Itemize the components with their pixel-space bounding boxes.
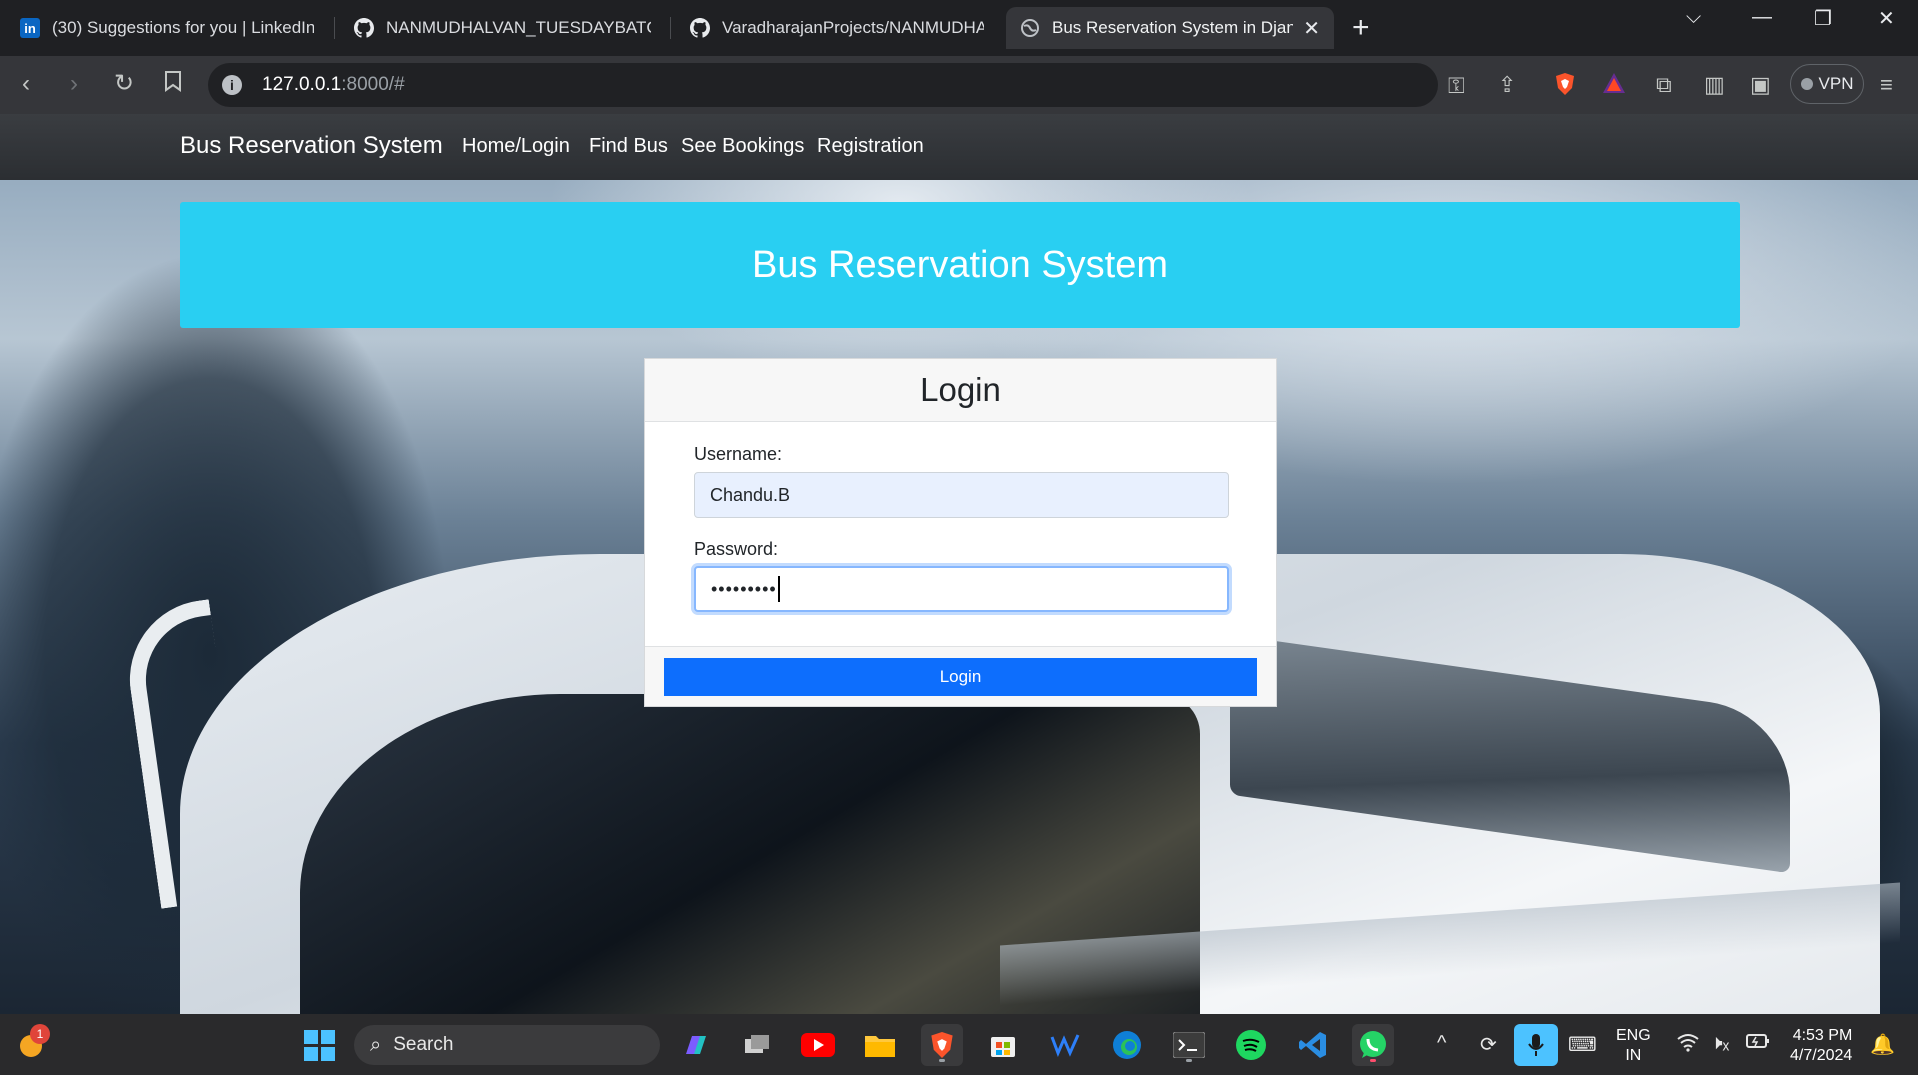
share-icon[interactable]: ⇪ bbox=[1498, 72, 1516, 98]
brave-browser-icon[interactable] bbox=[921, 1024, 963, 1066]
username-label: Username: bbox=[694, 444, 783, 464]
site-info-icon[interactable]: i bbox=[222, 75, 242, 95]
tab-separator bbox=[670, 17, 671, 39]
minimize-icon[interactable]: — bbox=[1752, 6, 1772, 29]
url-host: 127.0.0.1 bbox=[262, 74, 342, 95]
tab-separator bbox=[334, 17, 335, 39]
copilot-icon[interactable] bbox=[674, 1024, 716, 1066]
running-indicator bbox=[939, 1059, 945, 1062]
nav-find-bus[interactable]: Find Bus bbox=[589, 135, 668, 158]
password-value: ••••••••• bbox=[711, 578, 777, 599]
system-clock[interactable]: 4:53 PM 4/7/2024 bbox=[1790, 1026, 1852, 1066]
menu-icon[interactable]: ≡ bbox=[1880, 72, 1893, 98]
sidebar-icon[interactable]: ▥ bbox=[1704, 72, 1725, 98]
url-text[interactable]: 127.0.0.1:8000/# bbox=[262, 74, 405, 96]
tab-search-chevron-icon[interactable]: ⌵ bbox=[1686, 6, 1701, 29]
running-indicator bbox=[1186, 1059, 1192, 1062]
password-input[interactable]: ••••••••• bbox=[694, 566, 1229, 612]
hero-title: Bus Reservation System bbox=[751, 243, 1169, 286]
nav-home-login[interactable]: Home/Login bbox=[462, 135, 570, 158]
tab-linkedin[interactable]: in (30) Suggestions for you | LinkedIn bbox=[6, 7, 328, 49]
tab-github-projects[interactable]: VaradharajanProjects/NANMUDHALV bbox=[676, 7, 998, 49]
github-icon bbox=[690, 18, 710, 38]
bookmark-icon[interactable] bbox=[164, 70, 182, 99]
sync-icon[interactable]: ⟳ bbox=[1480, 1032, 1497, 1057]
spotify-icon[interactable] bbox=[1230, 1024, 1272, 1066]
keyboard-icon[interactable]: ⌨ bbox=[1568, 1032, 1597, 1057]
key-icon[interactable]: ⚿ bbox=[1448, 73, 1465, 99]
hero-banner: Bus Reservation System bbox=[180, 202, 1740, 328]
clock-time: 4:53 PM bbox=[1792, 1027, 1853, 1044]
wifi-icon[interactable] bbox=[1676, 1032, 1700, 1058]
terminal-icon[interactable] bbox=[1168, 1024, 1210, 1066]
brave-rewards-icon[interactable] bbox=[1602, 72, 1626, 100]
vscode-icon[interactable] bbox=[1292, 1024, 1334, 1066]
username-input[interactable]: Chandu.B bbox=[694, 472, 1229, 518]
close-window-icon[interactable]: ✕ bbox=[1878, 6, 1895, 31]
youtube-icon[interactable] bbox=[797, 1024, 839, 1066]
reload-icon[interactable]: ↻ bbox=[114, 70, 134, 98]
brave-shields-icon[interactable] bbox=[1554, 72, 1576, 102]
search-icon: ⌕ bbox=[370, 1033, 382, 1056]
edge-icon[interactable] bbox=[1106, 1024, 1148, 1066]
region-code: IN bbox=[1625, 1047, 1642, 1064]
tab-label: NANMUDHALVAN_TUESDAYBATCH_ bbox=[386, 18, 651, 37]
username-value: Chandu.B bbox=[710, 484, 791, 505]
task-view-icon[interactable] bbox=[736, 1024, 778, 1066]
tab-github-batch[interactable]: NANMUDHALVAN_TUESDAYBATCH_ bbox=[340, 7, 665, 49]
tab-bus-reservation[interactable]: Bus Reservation System in Djang ✕ bbox=[1006, 7, 1334, 49]
browser-toolbar: ‹ › ↻ i 127.0.0.1:8000/# ⚿ ⇪ ⧉ ▥ ▣ VPN ≡ bbox=[0, 56, 1918, 114]
restore-icon[interactable]: ❐ bbox=[1814, 6, 1832, 31]
login-card: Login Username: Chandu.B Password: •••••… bbox=[644, 358, 1277, 707]
vpn-button[interactable]: VPN bbox=[1790, 64, 1864, 104]
github-icon bbox=[354, 18, 374, 38]
password-label: Password: bbox=[694, 539, 779, 559]
whatsapp-icon[interactable] bbox=[1352, 1024, 1394, 1066]
clock-date: 4/7/2024 bbox=[1790, 1047, 1853, 1064]
windows-taskbar: 1 ⌕ Search ^ ⟳ ⌨ ENG IN 🕨ₓ 4:53 PM 4/7/2… bbox=[0, 1014, 1918, 1075]
close-tab-icon[interactable]: ✕ bbox=[1303, 16, 1320, 41]
app-navbar: Bus Reservation System Home/Login Find B… bbox=[0, 114, 1918, 180]
running-indicator bbox=[1370, 1059, 1376, 1062]
globe-icon bbox=[1020, 18, 1040, 38]
vpn-label: VPN bbox=[1818, 74, 1854, 93]
search-placeholder: Search bbox=[393, 1034, 454, 1055]
login-card-header: Login bbox=[645, 359, 1276, 422]
login-card-footer: Login bbox=[645, 646, 1276, 706]
url-path: :8000/# bbox=[341, 74, 405, 95]
file-explorer-icon[interactable] bbox=[859, 1024, 901, 1066]
page-viewport: Bus Reservation System Home/Login Find B… bbox=[0, 114, 1918, 1014]
extensions-icon[interactable]: ⧉ bbox=[1656, 72, 1672, 98]
vpn-status-icon bbox=[1800, 78, 1813, 90]
back-icon[interactable]: ‹ bbox=[22, 70, 30, 98]
browser-tab-strip: in (30) Suggestions for you | LinkedIn N… bbox=[0, 0, 1918, 56]
login-button[interactable]: Login bbox=[664, 658, 1257, 696]
nav-see-bookings[interactable]: See Bookings bbox=[681, 135, 804, 158]
notification-badge: 1 bbox=[30, 1024, 50, 1044]
language-code: ENG bbox=[1616, 1027, 1651, 1044]
volume-muted-icon[interactable]: 🕨ₓ bbox=[1710, 1032, 1729, 1055]
start-icon[interactable] bbox=[298, 1024, 340, 1066]
notifications-bell-icon[interactable]: 🔔 bbox=[1870, 1032, 1895, 1057]
language-indicator[interactable]: ENG IN bbox=[1616, 1026, 1651, 1066]
wallet-icon[interactable]: ▣ bbox=[1750, 72, 1771, 98]
address-bar[interactable]: i 127.0.0.1:8000/# ⚿ bbox=[208, 63, 1465, 107]
text-caret bbox=[777, 576, 780, 602]
navbar-brand[interactable]: Bus Reservation System bbox=[180, 132, 443, 160]
login-title: Login bbox=[920, 371, 1001, 408]
tab-label: VaradharajanProjects/NANMUDHALV bbox=[722, 18, 984, 37]
microsoft-store-icon[interactable] bbox=[982, 1024, 1024, 1066]
nav-registration[interactable]: Registration bbox=[817, 135, 924, 158]
microphone-icon[interactable] bbox=[1514, 1024, 1558, 1066]
tab-label: Bus Reservation System in Djang bbox=[1052, 18, 1294, 37]
linkedin-icon: in bbox=[20, 18, 40, 38]
forward-icon[interactable]: › bbox=[70, 70, 78, 98]
new-tab-button[interactable]: + bbox=[1352, 10, 1370, 46]
waves-app-icon[interactable] bbox=[1044, 1024, 1086, 1066]
tab-label: (30) Suggestions for you | LinkedIn bbox=[52, 18, 314, 37]
show-hidden-icons-chevron[interactable]: ^ bbox=[1437, 1032, 1446, 1055]
battery-icon[interactable] bbox=[1746, 1032, 1770, 1055]
taskbar-search[interactable]: ⌕ Search bbox=[354, 1025, 660, 1065]
